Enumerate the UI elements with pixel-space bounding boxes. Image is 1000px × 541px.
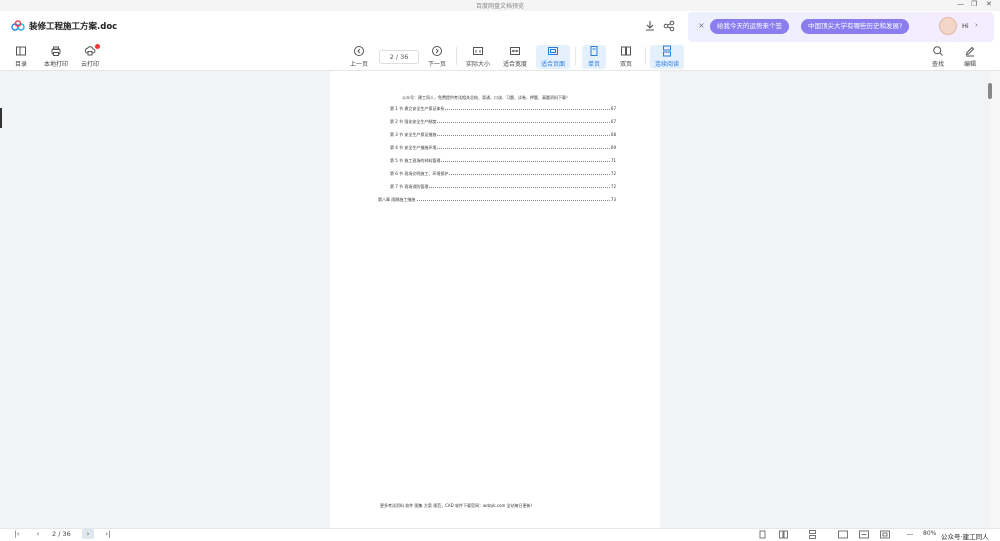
edit-label: 编辑: [963, 61, 976, 68]
single-page-view-icon[interactable]: [758, 530, 767, 539]
ai-suggestion-chip[interactable]: 中国顶尖大学有哪些历史和发展?: [801, 19, 910, 34]
local-print-label: 本地打印: [43, 61, 68, 68]
scrollbar-thumb[interactable]: [988, 83, 992, 99]
toc-entry: 第 2 节 强化安全生产制度 67: [390, 119, 616, 125]
double-page-view-icon[interactable]: [779, 530, 788, 539]
zoom-out-icon[interactable]: —: [905, 530, 915, 539]
vertical-scrollbar[interactable]: [990, 71, 1000, 528]
toc-entry: 第 6 节 现场文明施工、环境保护 72: [390, 171, 616, 177]
double-page-icon: [621, 46, 631, 56]
single-page-label: 单页: [587, 61, 600, 68]
toc-entry: 第 7 节 现场消防管理 72: [390, 184, 616, 190]
ai-avatar-icon[interactable]: [939, 17, 957, 35]
app-title: 百度网盘文档预览: [475, 3, 524, 10]
last-page-icon[interactable]: ›|: [103, 530, 113, 539]
document-page: 公众号：建工同人，免费提供考试相关总结、背诵、口诀、习题、试卷、押题、真题资料下…: [330, 71, 660, 528]
actual-size-button[interactable]: 实际大小: [461, 45, 495, 69]
prev-page-small-icon[interactable]: ‹: [33, 530, 43, 539]
continuous-view-icon[interactable]: [808, 530, 817, 539]
sidebar-edge-marker: [0, 108, 2, 128]
watermark-text: 公众号·建工同人: [941, 533, 989, 541]
fit-page-icon: [548, 47, 558, 55]
search-button[interactable]: 查找: [922, 45, 954, 69]
prev-page-button[interactable]: 上一页: [342, 45, 376, 69]
actual-size-label: 实际大小: [465, 61, 490, 68]
cloud-print-button[interactable]: 云打印: [73, 45, 107, 69]
toc-entry: 第八章 雨期施工措施 73: [378, 197, 616, 203]
actual-size-icon: [473, 47, 483, 55]
next-page-button[interactable]: 下一页: [420, 45, 454, 69]
printer-icon: [51, 46, 61, 56]
double-page-label: 双页: [619, 61, 632, 68]
toc-entry: 第 1 节 建立安全生产保证体系 67: [390, 106, 616, 112]
notification-badge: [95, 44, 100, 49]
page-footer-text: 更多考试资料 软件 图集 方案 规范，CAD 软件下载官网：wdzyk.com …: [380, 503, 535, 508]
fit-width-button[interactable]: 适合宽度: [498, 45, 532, 69]
single-page-icon: [590, 46, 598, 56]
minimize-button[interactable]: —: [957, 0, 964, 8]
close-window-button[interactable]: ✕: [986, 0, 992, 8]
fit-page-button[interactable]: 适合页面: [536, 45, 570, 69]
download-icon[interactable]: [643, 19, 657, 33]
status-page-indicator[interactable]: 2 / 36: [52, 530, 71, 538]
prev-page-label: 上一页: [349, 61, 368, 68]
actual-size-small-icon[interactable]: [838, 530, 848, 539]
cloud-print-label: 云打印: [80, 61, 99, 68]
ai-suggestion-chip[interactable]: 给我今天的运势来个签: [710, 19, 789, 34]
edit-pencil-icon: [965, 46, 975, 57]
toc-icon: [16, 46, 26, 56]
double-page-button[interactable]: 双页: [614, 45, 638, 69]
toc-entry: 第 4 节 安全生产措施环境 69: [390, 145, 616, 151]
single-page-button[interactable]: 单页: [582, 45, 606, 69]
continuous-reading-icon: [663, 45, 671, 57]
local-print-button[interactable]: 本地打印: [39, 45, 73, 69]
document-title: 装修工程施工方案.doc: [29, 22, 118, 32]
fit-width-small-icon[interactable]: [859, 530, 869, 539]
continuous-reading-button[interactable]: 连续阅读: [650, 45, 684, 69]
toolbar-divider: [645, 47, 646, 65]
search-label: 查找: [931, 61, 944, 68]
edit-button[interactable]: 编辑: [954, 45, 986, 69]
ai-expand-icon[interactable]: ›: [975, 21, 978, 29]
toc-button[interactable]: 目录: [4, 45, 38, 69]
fit-width-label: 适合宽度: [502, 61, 527, 68]
toolbar-divider: [575, 47, 576, 65]
fit-width-icon: [510, 47, 520, 55]
ai-assistant-panel: × 给我今天的运势来个签 中国顶尖大学有哪些历史和发展? Hi ›: [688, 12, 994, 42]
share-icon[interactable]: [662, 19, 676, 33]
baidu-netdisk-logo-icon: [11, 20, 25, 31]
toolbar-divider: [456, 47, 457, 65]
status-bar: [0, 528, 1000, 541]
fit-page-label: 适合页面: [540, 61, 565, 68]
search-icon: [933, 46, 943, 56]
toc-label: 目录: [14, 61, 27, 68]
continuous-reading-label: 连续阅读: [654, 61, 679, 68]
first-page-icon[interactable]: |‹: [12, 530, 22, 539]
page-number-input[interactable]: 2 / 36: [379, 50, 419, 64]
window-titlebar: 百度网盘文档预览: [0, 0, 1000, 11]
fit-page-small-icon[interactable]: [880, 530, 890, 539]
next-page-small-icon[interactable]: ›: [82, 529, 94, 539]
next-page-label: 下一页: [427, 61, 446, 68]
ai-greeting[interactable]: Hi: [962, 22, 969, 30]
toc-entry: 第 5 节 施工现场的材料管理 71: [390, 158, 616, 164]
next-page-icon: [432, 46, 442, 56]
restore-button[interactable]: ❐: [971, 0, 977, 8]
prev-page-icon: [354, 46, 364, 56]
zoom-level[interactable]: 80%: [923, 530, 936, 537]
page-notice-text: 公众号：建工同人，免费提供考试相关总结、背诵、口诀、习题、试卷、押题、真题资料下…: [402, 95, 570, 100]
toc-entry: 第 3 节 安全生产保证措施 68: [390, 132, 616, 138]
ai-panel-close-icon[interactable]: ×: [698, 21, 705, 30]
